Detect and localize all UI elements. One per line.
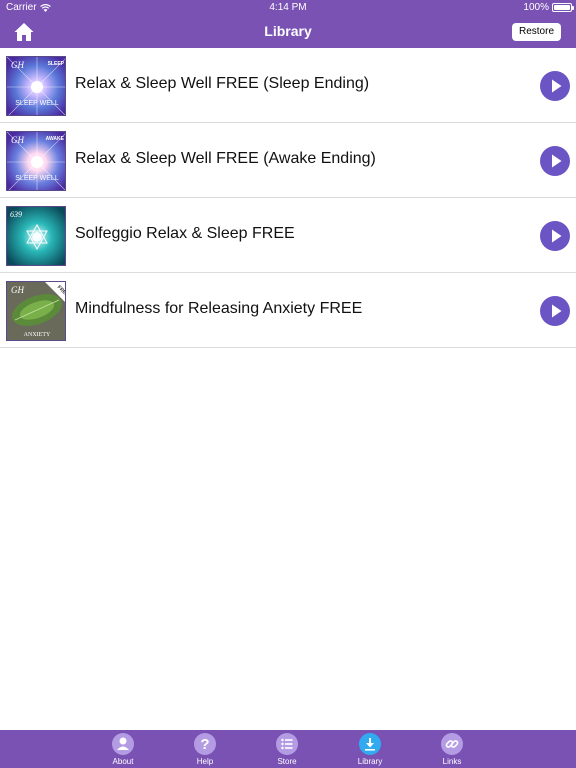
play-icon xyxy=(552,304,562,318)
tab-library[interactable]: Library xyxy=(347,733,393,767)
item-title: Relax & Sleep Well FREE (Awake Ending) xyxy=(75,150,376,167)
tab-icon-circle: ? xyxy=(194,733,216,755)
play-button[interactable] xyxy=(540,221,570,251)
thumb-caption: SLEEP WELL xyxy=(15,100,59,107)
list-item[interactable]: FREE GH ANXIETY Mindfulness for Releasin… xyxy=(0,273,576,348)
play-icon xyxy=(552,79,562,93)
thumb-mark: GH xyxy=(11,135,24,145)
item-title: Solfeggio Relax & Sleep FREE xyxy=(75,225,295,242)
svg-text:?: ? xyxy=(200,736,209,753)
list-item[interactable]: GH SLEEP SLEEP WELL Relax & Sleep Well F… xyxy=(0,48,576,123)
status-bar: Carrier 4:14 PM 100% xyxy=(0,0,576,16)
thumb-mark: 639 xyxy=(10,210,22,219)
album-artwork: 639 xyxy=(6,206,66,266)
status-time: 4:14 PM xyxy=(269,2,307,13)
restore-button[interactable]: Restore xyxy=(511,23,561,41)
thumb-badge: AWAKE xyxy=(46,136,65,142)
tab-about[interactable]: About xyxy=(100,733,146,767)
page-title: Library xyxy=(264,23,312,39)
thumb-caption: ANXIETY xyxy=(24,332,51,338)
thumb-mark: GH xyxy=(11,285,24,295)
tab-label: Store xyxy=(277,757,297,766)
tab-links[interactable]: Links xyxy=(429,733,475,767)
list-item[interactable]: 639 Solfeggio Relax & Sleep FREE xyxy=(0,198,576,273)
list-item[interactable]: GH AWAKE SLEEP WELL Relax & Sleep Well F… xyxy=(0,123,576,198)
thumb-mark: GH xyxy=(11,60,24,70)
tab-help[interactable]: ? Help xyxy=(182,733,228,767)
tab-label: Library xyxy=(357,757,383,766)
play-icon xyxy=(552,154,562,168)
thumb-caption: SLEEP WELL xyxy=(15,175,59,182)
tab-store[interactable]: Store xyxy=(264,733,310,767)
album-artwork: GH AWAKE SLEEP WELL xyxy=(6,131,66,191)
album-artwork: FREE GH ANXIETY xyxy=(6,281,66,341)
library-list: GH SLEEP SLEEP WELL Relax & Sleep Well F… xyxy=(0,48,576,348)
link-icon xyxy=(445,740,459,748)
tab-bar: About ? Help Store Library Links xyxy=(0,730,576,768)
item-title: Relax & Sleep Well FREE (Sleep Ending) xyxy=(75,75,370,92)
play-button[interactable] xyxy=(540,71,570,101)
play-icon xyxy=(552,229,562,243)
battery-percent: 100% xyxy=(523,2,549,13)
play-button[interactable] xyxy=(540,296,570,326)
battery-icon xyxy=(552,3,574,12)
list-icon xyxy=(281,738,293,750)
tab-icon-circle xyxy=(112,733,134,755)
nav-bar: Library Restore xyxy=(0,16,576,48)
item-title: Mindfulness for Releasing Anxiety FREE xyxy=(75,300,363,317)
tab-icon-circle xyxy=(441,733,463,755)
tab-label: Links xyxy=(442,757,462,766)
tab-icon-circle xyxy=(359,733,381,755)
tab-label: Help xyxy=(196,757,214,766)
question-icon: ? xyxy=(200,736,209,753)
download-icon xyxy=(365,738,375,751)
user-icon xyxy=(117,737,129,750)
battery-indicator: 100% xyxy=(523,2,574,13)
album-artwork: GH SLEEP SLEEP WELL xyxy=(6,56,66,116)
thumb-badge: SLEEP xyxy=(48,61,65,67)
play-button[interactable] xyxy=(540,146,570,176)
tab-icon-circle xyxy=(276,733,298,755)
tab-label: About xyxy=(112,757,134,766)
